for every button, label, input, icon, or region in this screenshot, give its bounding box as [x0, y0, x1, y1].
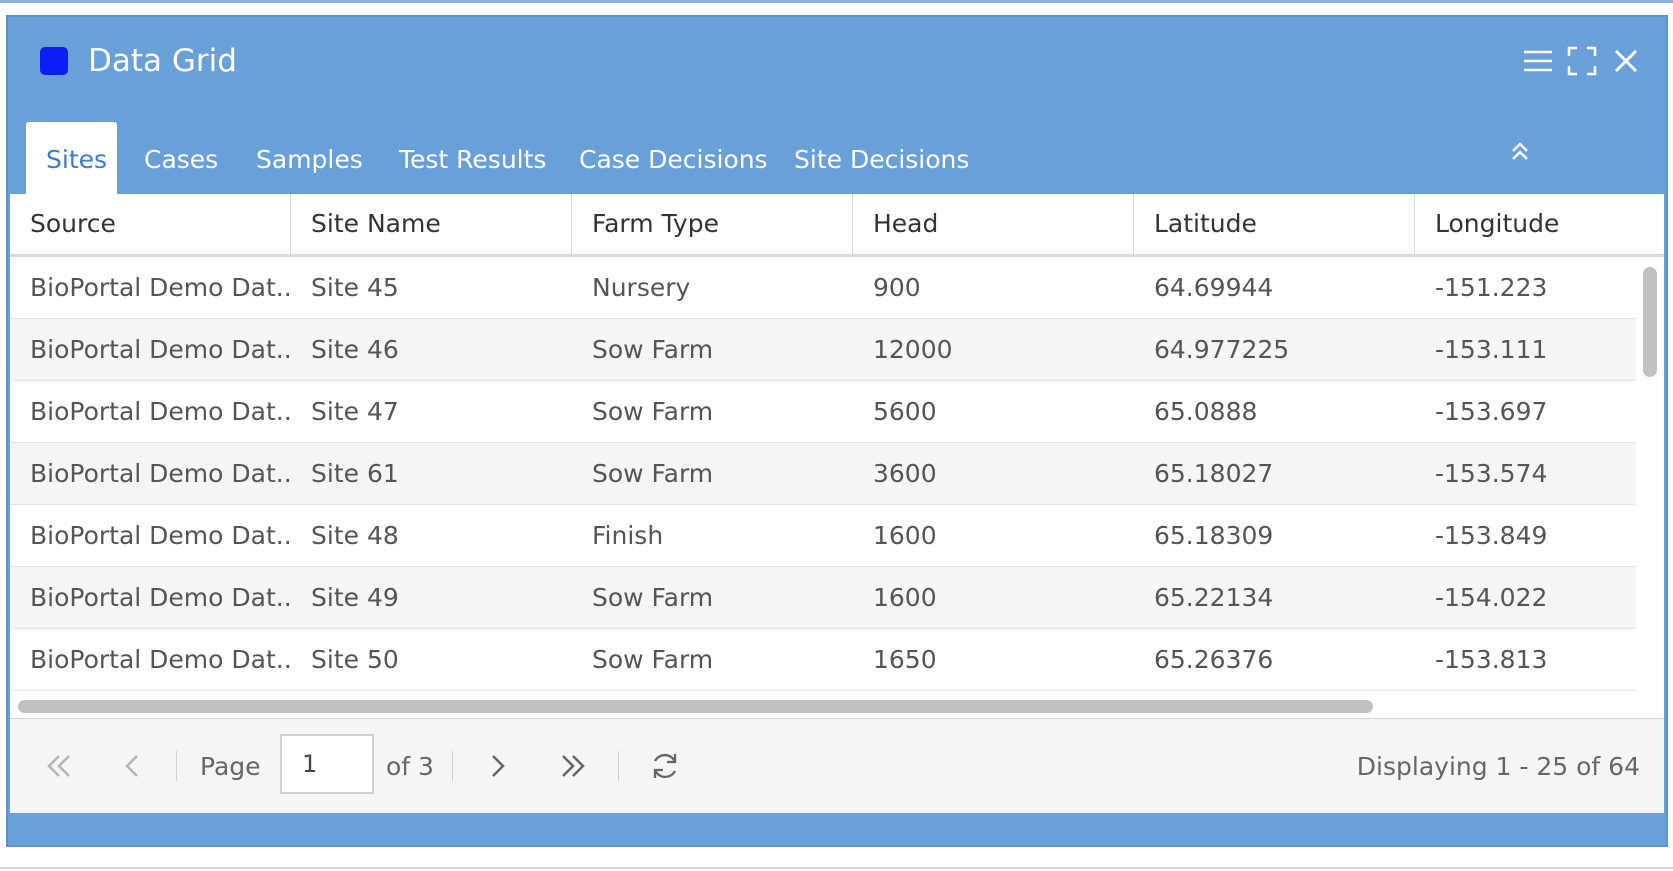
- cell-head: 3600: [873, 459, 937, 488]
- cell-site-name: Site 61: [311, 459, 399, 488]
- cell-head: 1600: [873, 521, 937, 550]
- column-header-latitude[interactable]: Latitude: [1134, 194, 1415, 254]
- vertical-scroll-thumb[interactable]: [1643, 267, 1657, 377]
- window-title: Data Grid: [88, 43, 237, 79]
- horizontal-scrollbar[interactable]: [10, 694, 1636, 718]
- page-number-input[interactable]: [280, 734, 374, 794]
- display-count-text: Displaying 1 - 25 of 64: [1356, 752, 1640, 781]
- cell-site-name: Site 48: [311, 521, 399, 550]
- cell-site-name: Site 47: [311, 397, 399, 426]
- cell-head: 5600: [873, 397, 937, 426]
- window-header: Data Grid: [8, 17, 1666, 107]
- previous-page-icon[interactable]: [116, 749, 150, 783]
- table-row[interactable]: BioPortal Demo Dat... Site 46 Sow Farm 1…: [10, 319, 1636, 381]
- cell-site-name: Site 50: [311, 645, 399, 674]
- cell-site-name: Site 46: [311, 335, 399, 364]
- cell-farm-type: Sow Farm: [592, 397, 714, 426]
- table-row[interactable]: BioPortal Demo Dat... Site 50 Sow Farm 1…: [10, 629, 1636, 691]
- cell-source: BioPortal Demo Dat...: [30, 645, 291, 674]
- cell-farm-type: Sow Farm: [592, 335, 714, 364]
- cell-longitude: -154.022: [1435, 583, 1548, 612]
- vertical-scrollbar[interactable]: [1637, 257, 1664, 691]
- cell-source: BioPortal Demo Dat...: [30, 521, 291, 550]
- cell-latitude: 65.18027: [1154, 459, 1274, 488]
- refresh-icon[interactable]: [648, 749, 682, 783]
- column-header-site-name[interactable]: Site Name: [291, 194, 572, 254]
- cell-latitude: 65.18309: [1154, 521, 1274, 550]
- cell-head: 1600: [873, 583, 937, 612]
- menu-icon[interactable]: [1520, 43, 1556, 79]
- separator: [452, 751, 453, 781]
- collapse-tabs-icon[interactable]: [1505, 137, 1535, 167]
- data-table: Source Site Name Farm Type Head Latitude…: [10, 194, 1664, 767]
- tab-bar: Sites Cases Samples Test Results Case De…: [26, 122, 1646, 197]
- column-header-source[interactable]: Source: [10, 194, 291, 254]
- app-icon: [40, 47, 68, 75]
- page-count-label: of 3: [386, 752, 434, 781]
- cell-source: BioPortal Demo Dat...: [30, 397, 291, 426]
- cell-farm-type: Nursery: [592, 273, 691, 302]
- table-row[interactable]: BioPortal Demo Dat... Site 61 Sow Farm 3…: [10, 443, 1636, 505]
- cell-farm-type: Finish: [592, 521, 664, 550]
- table-row[interactable]: BioPortal Demo Dat... Site 48 Finish 160…: [10, 505, 1636, 567]
- cell-site-name: Site 49: [311, 583, 399, 612]
- cell-farm-type: Sow Farm: [592, 645, 714, 674]
- tab-cases[interactable]: Cases: [144, 122, 218, 197]
- tab-test-results[interactable]: Test Results: [399, 122, 546, 197]
- table-header: Source Site Name Farm Type Head Latitude…: [10, 194, 1664, 257]
- bottom-border: [0, 867, 1673, 869]
- tab-sites[interactable]: Sites: [26, 122, 117, 197]
- cell-source: BioPortal Demo Dat...: [30, 335, 291, 364]
- data-grid-window: Data Grid Sites Cases Samples Test Resul…: [6, 15, 1668, 847]
- cell-source: BioPortal Demo Dat...: [30, 273, 291, 302]
- cell-site-name: Site 45: [311, 273, 399, 302]
- close-icon[interactable]: [1608, 43, 1644, 79]
- cell-longitude: -153.111: [1435, 335, 1548, 364]
- separator: [176, 751, 177, 781]
- cell-longitude: -153.849: [1435, 521, 1548, 550]
- cell-source: BioPortal Demo Dat...: [30, 583, 291, 612]
- paging-toolbar: Page of 3 Displaying 1 - 25 of 64: [10, 718, 1664, 813]
- column-header-head[interactable]: Head: [853, 194, 1134, 254]
- cell-latitude: 65.22134: [1154, 583, 1274, 612]
- separator: [618, 751, 619, 781]
- top-border: [0, 0, 1673, 3]
- cell-farm-type: Sow Farm: [592, 583, 714, 612]
- cell-head: 1650: [873, 645, 937, 674]
- cell-longitude: -151.223: [1435, 273, 1548, 302]
- table-row[interactable]: BioPortal Demo Dat... Site 47 Sow Farm 5…: [10, 381, 1636, 443]
- cell-longitude: -153.574: [1435, 459, 1548, 488]
- cell-farm-type: Sow Farm: [592, 459, 714, 488]
- cell-latitude: 64.977225: [1154, 335, 1290, 364]
- tab-site-decisions[interactable]: Site Decisions: [794, 122, 969, 197]
- cell-longitude: -153.813: [1435, 645, 1548, 674]
- next-page-icon[interactable]: [480, 749, 514, 783]
- column-header-farm-type[interactable]: Farm Type: [572, 194, 853, 254]
- cell-head: 12000: [873, 335, 953, 364]
- cell-latitude: 65.0888: [1154, 397, 1258, 426]
- column-header-longitude[interactable]: Longitude: [1415, 194, 1664, 254]
- table-row[interactable]: BioPortal Demo Dat... Site 49 Sow Farm 1…: [10, 567, 1636, 629]
- cell-latitude: 64.69944: [1154, 273, 1274, 302]
- last-page-icon[interactable]: [556, 749, 590, 783]
- tab-case-decisions[interactable]: Case Decisions: [579, 122, 768, 197]
- cell-source: BioPortal Demo Dat...: [30, 459, 291, 488]
- page-label: Page: [200, 752, 261, 781]
- maximize-icon[interactable]: [1564, 43, 1600, 79]
- cell-head: 900: [873, 273, 921, 302]
- cell-latitude: 65.26376: [1154, 645, 1274, 674]
- table-body: BioPortal Demo Dat... Site 45 Nursery 90…: [10, 257, 1636, 691]
- tab-samples[interactable]: Samples: [256, 122, 363, 197]
- table-row[interactable]: BioPortal Demo Dat... Site 45 Nursery 90…: [10, 257, 1636, 319]
- cell-longitude: -153.697: [1435, 397, 1548, 426]
- horizontal-scroll-thumb[interactable]: [18, 700, 1373, 713]
- first-page-icon[interactable]: [42, 749, 76, 783]
